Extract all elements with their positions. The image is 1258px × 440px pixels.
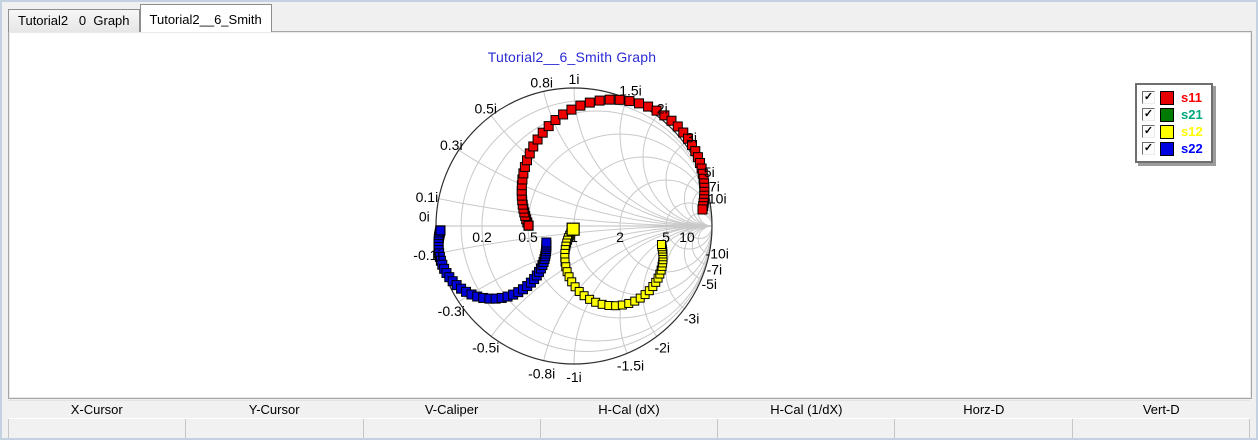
chart-title: Tutorial2__6_Smith Graph <box>487 49 657 65</box>
reactance-label--5i: -5i <box>701 276 717 292</box>
toolbar-cells <box>8 418 1250 438</box>
tab-bar: Tutorial2 0 Graph Tutorial2__6_Smith <box>8 4 272 32</box>
toolbar-value-cell-4 <box>718 419 896 438</box>
reactance-label--2i: -2i <box>654 340 670 356</box>
reactance-label-0.1i: 0.1i <box>416 189 439 205</box>
tab-tutorial2-0-graph[interactable]: Tutorial2 0 Graph <box>8 9 140 32</box>
legend-checkbox-s12[interactable]: ✓ <box>1142 125 1155 138</box>
legend-row-s21: ✓ s21 <box>1142 106 1203 123</box>
reactance-label-1.5i: 1.5i <box>619 82 642 98</box>
legend-label-s12: s12 <box>1181 124 1203 139</box>
reactance-label--7i: -7i <box>707 261 723 277</box>
tab-tutorial2-6-smith[interactable]: Tutorial2__6_Smith <box>139 4 272 32</box>
reactance-label--3i: -3i <box>684 310 700 326</box>
toolbar-value-cell-5 <box>895 419 1073 438</box>
toolbar-value-cell-1 <box>186 419 364 438</box>
real-axis-label-10: 10 <box>679 229 695 245</box>
reactance-label-1i: 1i <box>569 71 580 87</box>
legend-checkbox-s11[interactable]: ✓ <box>1142 91 1155 104</box>
toolbar-button-x-cursor[interactable]: X-Cursor <box>8 401 185 419</box>
legend-checkbox-s21[interactable]: ✓ <box>1142 108 1155 121</box>
toolbar-value-cell-2 <box>363 419 541 438</box>
toolbar-button-v-caliper[interactable]: V-Caliper <box>363 401 540 419</box>
toolbar-button-h-cal-dx-[interactable]: H-Cal (dX) <box>540 401 717 419</box>
legend-label-s22: s22 <box>1181 141 1203 156</box>
reactance-label-0.5i: 0.5i <box>474 100 497 116</box>
legend-swatch-s22 <box>1160 141 1174 156</box>
legend-swatch-s12 <box>1160 124 1174 139</box>
legend-label-s11: s11 <box>1181 90 1202 105</box>
toolbar-button-horz-d[interactable]: Horz-D <box>895 401 1072 419</box>
reactance-label--0.3i: -0.3i <box>438 303 465 319</box>
trace-s22-start-marker <box>435 225 446 236</box>
real-axis-label-0.5: 0.5 <box>518 229 538 245</box>
toolbar-button-h-cal-1-dx-[interactable]: H-Cal (1/dX) <box>718 401 895 419</box>
reactance-label--0.8i: -0.8i <box>528 365 555 381</box>
legend-row-s22: ✓ s22 <box>1142 140 1203 157</box>
reactance-label-2i: 2i <box>657 100 668 116</box>
toolbar-value-cell-3 <box>540 419 719 438</box>
chart-panel: Tutorial2__6_Smith Graph 0.20.5125100i0.… <box>8 31 1252 399</box>
trace-s12-start-marker <box>566 222 580 236</box>
legend-box: ✓ s11 ✓ s21 ✓ s12 ✓ s22 <box>1135 83 1213 163</box>
reactance-label-0.3i: 0.3i <box>440 137 463 153</box>
toolbar-button-vert-d[interactable]: Vert-D <box>1073 401 1250 419</box>
toolbar-button-y-cursor[interactable]: Y-Cursor <box>185 401 362 419</box>
reactance-label-3i: 3i <box>686 130 697 146</box>
legend-swatch-s21 <box>1160 107 1174 122</box>
smith-chart: 0.20.5125100i0.1i0.3i0.5i0.8i1i1.5i2i3i5… <box>413 71 729 385</box>
trace-s11-start-marker <box>523 220 534 231</box>
toolbar-value-cell-6 <box>1072 419 1250 438</box>
reactance-label--1.5i: -1.5i <box>617 358 644 374</box>
real-axis-label-0.2: 0.2 <box>472 229 492 245</box>
graph-window: Tutorial2 0 Graph Tutorial2__6_Smith Tut… <box>0 0 1258 440</box>
reactance-label--1i: -1i <box>566 369 582 385</box>
reactance-label--0.1i: -0.1i <box>413 247 440 263</box>
legend-label-s21: s21 <box>1181 107 1203 122</box>
legend-row-s12: ✓ s12 <box>1142 123 1203 140</box>
reactance-label-0i: 0i <box>419 208 430 224</box>
legend-row-s11: ✓ s11 <box>1142 89 1203 106</box>
trace-s11 <box>516 94 710 231</box>
reactance-label--10i: -10i <box>706 246 729 262</box>
toolbar-value-cell-0 <box>8 419 187 438</box>
reactance-label-10i: 10i <box>708 190 727 206</box>
toolbar-labels: X-Cursor Y-Cursor V-Caliper H-Cal (dX) H-Cal… <box>8 400 1250 419</box>
legend-swatch-s11 <box>1160 90 1174 105</box>
legend-checkbox-s22[interactable]: ✓ <box>1142 142 1155 155</box>
real-axis-label-2: 2 <box>616 229 624 245</box>
reactance-label--0.5i: -0.5i <box>472 340 499 356</box>
reactance-label-0.8i: 0.8i <box>530 75 553 91</box>
